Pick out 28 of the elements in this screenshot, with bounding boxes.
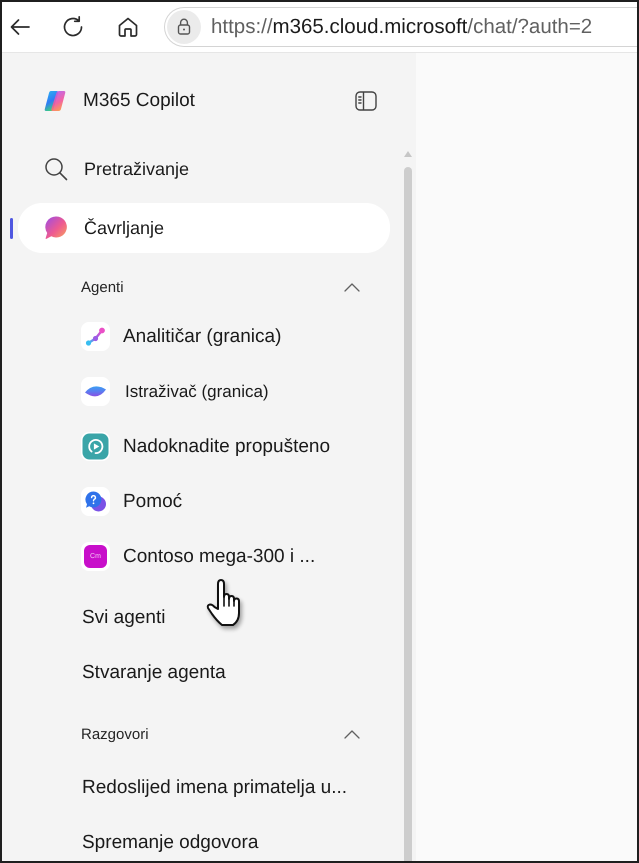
agent-item[interactable]: Istraživač (granica) — [81, 377, 269, 406]
line-chart-icon — [81, 322, 110, 351]
play-circle-icon — [81, 432, 110, 461]
conversation-item[interactable]: Spremanje odgovora — [82, 832, 258, 854]
app-title: M365 Copilot — [83, 90, 195, 112]
address-bar[interactable]: https://m365.cloud.microsoft/chat/?auth=2 — [164, 7, 637, 47]
agent-link[interactable]: Stvaranje agenta — [82, 662, 226, 684]
agent-item[interactable]: Pomoć — [81, 487, 182, 516]
conversation-item[interactable]: Redoslijed imena primatelja u... — [82, 776, 348, 798]
chat-bubble-icon — [44, 215, 68, 241]
chevron-up-icon[interactable] — [344, 282, 360, 292]
search-icon — [44, 156, 68, 182]
nav-item[interactable]: Čavrljanje — [18, 203, 390, 253]
lens-icon — [81, 377, 110, 406]
selection-indicator — [10, 218, 13, 238]
sidebar-toggle-icon[interactable] — [355, 90, 377, 110]
home-icon[interactable] — [116, 15, 140, 39]
lock-icon[interactable] — [167, 10, 201, 44]
help-bubble-icon — [81, 487, 110, 516]
agent-link[interactable]: Svi agenti — [82, 606, 166, 628]
refresh-icon[interactable] — [61, 15, 85, 39]
scrollbar-thumb[interactable] — [404, 167, 412, 861]
section-heading: Agenti — [81, 278, 124, 296]
chevron-up-icon[interactable] — [344, 730, 360, 738]
agent-item[interactable]: Analitičar (granica) — [81, 322, 282, 351]
search-button[interactable]: Pretraživanje — [18, 144, 200, 194]
section-heading: Razgovori — [81, 726, 149, 742]
agent-item[interactable]: Nadoknadite propušteno — [81, 432, 330, 461]
